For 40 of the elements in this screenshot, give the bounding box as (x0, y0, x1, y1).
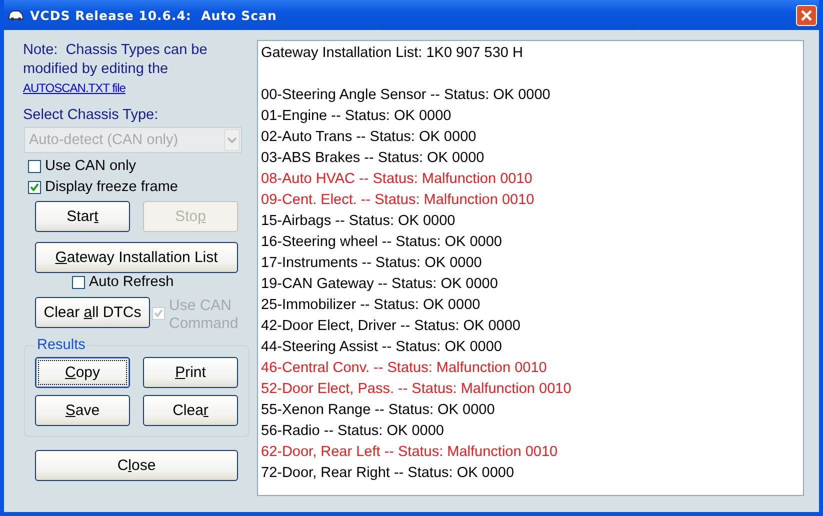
output-line: 72-Door, Rear Right -- Status: OK 0000 (261, 464, 516, 483)
note-text: Note: Chassis Types can be modified by editing the (23, 42, 208, 77)
clear-dtcs-button[interactable]: Clear all DTCs (35, 297, 150, 328)
checkmark-icon (29, 182, 40, 192)
output-line: 03-ABS Brakes -- Status: OK 0000 (261, 149, 486, 168)
output-line: 52-Door Elect, Pass. -- Status: Malfunction 0010 (261, 380, 572, 399)
car-icon (8, 9, 24, 21)
output-line: 17-Instruments -- Status: OK 0000 (261, 254, 483, 273)
checkbox[interactable]: Auto Refresh (72, 274, 174, 290)
close-button[interactable]: Close (35, 450, 238, 481)
checkmark-icon (153, 308, 164, 319)
output-line: 62-Door, Rear Left -- Status: Malfunction 0010 (261, 443, 559, 462)
output-line: 42-Door Elect, Driver -- Status: OK 0000 (261, 317, 522, 336)
output-line: 46-Central Conv. -- Status: Malfunction 0010 (261, 359, 548, 378)
output-line: 44-Steering Assist -- Status: OK 0000 (261, 338, 503, 357)
action-button[interactable]: Copy (35, 357, 130, 388)
output-line: 09-Cent. Elect. -- Status: Malfunction 0010 (261, 191, 536, 210)
output-line: 01-Engine -- Status: OK 0000 (261, 107, 452, 126)
output-line: 08-Auto HVAC -- Status: Malfunction 0010 (261, 170, 534, 189)
action-button[interactable]: Print (143, 357, 238, 388)
output-line: 00-Steering Angle Sensor -- Status: OK 0000 (261, 86, 552, 105)
gateway-list-button[interactable]: Gateway Installation List (35, 242, 238, 273)
checkbox[interactable]: Display freeze frame (28, 179, 178, 195)
chassis-label: Select Chassis Type: (23, 107, 158, 123)
output-line: Gateway Installation List: 1K0 907 530 H (261, 44, 524, 63)
file-link[interactable]: AUTOSCAN.TXT file (23, 79, 249, 98)
output-line: 55-Xenon Range -- Status: OK 0000 (261, 401, 496, 420)
action-button[interactable]: Clear (143, 395, 238, 426)
checkbox[interactable]: Use CAN only (28, 158, 136, 174)
output-line: 15-Airbags -- Status: OK 0000 (261, 212, 456, 231)
action-button[interactable]: Save (35, 395, 130, 426)
close-icon[interactable] (796, 4, 817, 26)
group-title: Results (36, 337, 86, 353)
output-line: 02-Auto Trans -- Status: OK 0000 (261, 128, 478, 147)
output-line: 25-Immobilizer -- Status: OK 0000 (261, 296, 482, 315)
output-line: 19-CAN Gateway -- Status: OK 0000 (261, 275, 499, 294)
output-line: 16-Steering wheel -- Status: OK 0000 (261, 233, 503, 252)
output-line: 56-Radio -- Status: OK 0000 (261, 422, 445, 441)
window-title: VCDS Release 10.6.4: Auto Scan (30, 8, 278, 22)
action-button[interactable]: Start (35, 201, 130, 232)
